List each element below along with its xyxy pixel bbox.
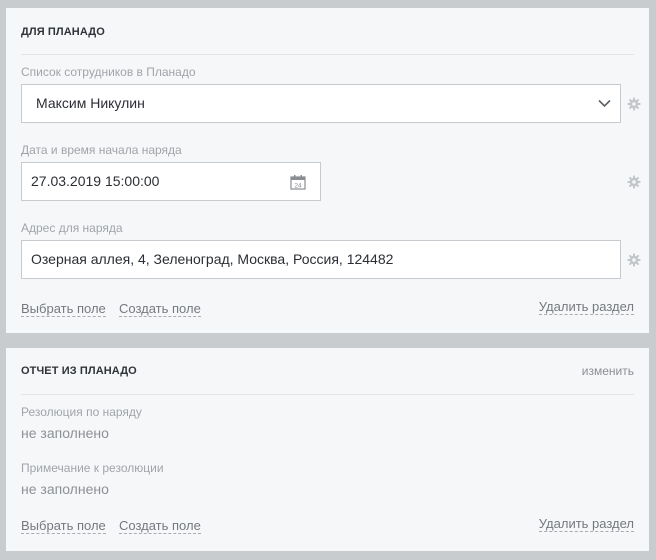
address-value: Озерная аллея, 4, Зеленоград, Москва, Ро… bbox=[31, 251, 394, 267]
planado-report-section: ОТЧЕТ ИЗ ПЛАНАДО изменить Резолюция по н… bbox=[6, 348, 649, 551]
resolution-value: не заполнено bbox=[21, 425, 109, 441]
start-value: 27.03.2019 15:00:00 bbox=[31, 173, 160, 189]
chevron-down-icon bbox=[598, 99, 611, 108]
choose-field-link[interactable]: Выбрать поле bbox=[21, 518, 106, 534]
employee-value: Максим Никулин bbox=[36, 95, 145, 111]
create-field-link[interactable]: Создать поле bbox=[119, 301, 201, 317]
resolution-label: Резолюция по наряду bbox=[21, 405, 142, 419]
start-datetime-input[interactable]: 27.03.2019 15:00:00 24 bbox=[21, 162, 321, 201]
planado-section: ДЛЯ ПЛАНАДО Список сотрудников в Планадо… bbox=[6, 8, 649, 333]
choose-field-link[interactable]: Выбрать поле bbox=[21, 301, 106, 317]
section-title: ДЛЯ ПЛАНАДО bbox=[21, 26, 105, 38]
calendar-icon[interactable]: 24 bbox=[290, 174, 306, 190]
gear-icon[interactable] bbox=[627, 97, 641, 111]
divider bbox=[21, 54, 634, 55]
resolution-note-label: Примечание к резолюции bbox=[21, 461, 164, 475]
gear-icon[interactable] bbox=[627, 175, 641, 189]
start-label: Дата и время начала наряда bbox=[21, 143, 182, 157]
address-input[interactable]: Озерная аллея, 4, Зеленоград, Москва, Ро… bbox=[21, 240, 621, 279]
employee-select[interactable]: Максим Никулин bbox=[21, 84, 621, 123]
create-field-link[interactable]: Создать поле bbox=[119, 518, 201, 534]
delete-section-link[interactable]: Удалить раздел bbox=[538, 299, 634, 315]
edit-link[interactable]: изменить bbox=[582, 364, 634, 378]
gear-icon[interactable] bbox=[627, 253, 641, 267]
section-title: ОТЧЕТ ИЗ ПЛАНАДО bbox=[21, 365, 137, 377]
calendar-day: 24 bbox=[294, 182, 302, 189]
delete-section-link[interactable]: Удалить раздел bbox=[538, 516, 634, 532]
employee-label: Список сотрудников в Планадо bbox=[21, 65, 196, 79]
address-label: Адрес для наряда bbox=[21, 221, 123, 235]
resolution-note-value: не заполнено bbox=[21, 481, 109, 497]
divider bbox=[21, 394, 634, 395]
